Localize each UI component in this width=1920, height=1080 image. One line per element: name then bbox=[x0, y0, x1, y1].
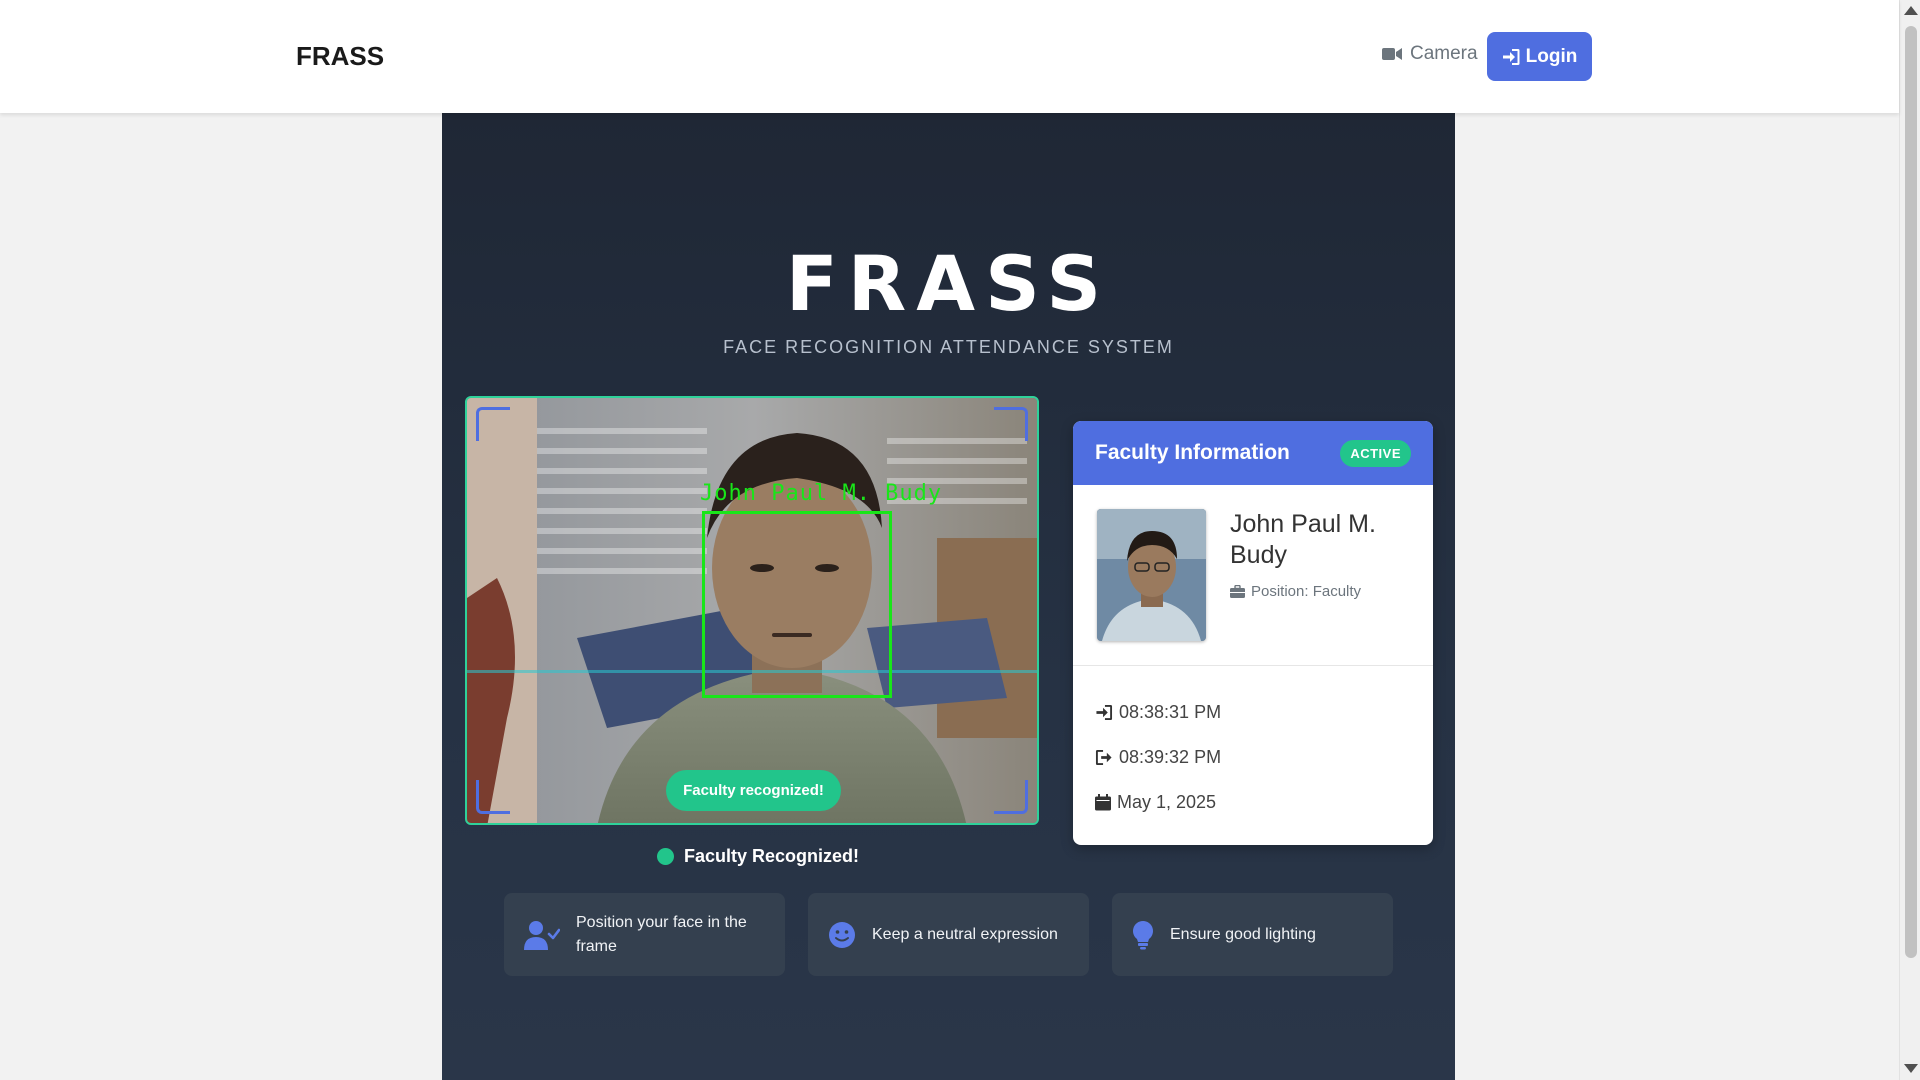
recognition-toast: Faculty recognized! bbox=[666, 770, 841, 811]
faculty-info-card: Faculty Information ACTIVE John Paul M. … bbox=[1073, 421, 1433, 845]
lightbulb-icon bbox=[1132, 920, 1154, 950]
time-in-row: 08:38:31 PM bbox=[1095, 690, 1411, 735]
tip-text: Position your face in the frame bbox=[576, 913, 747, 955]
frame-corner bbox=[994, 780, 1028, 814]
detected-face-label: John Paul M. Budy bbox=[700, 481, 943, 506]
hero-subtitle: FACE RECOGNITION ATTENDANCE SYSTEM bbox=[723, 337, 1174, 357]
page-scrollbar[interactable] bbox=[1899, 0, 1920, 1080]
brand-logo[interactable]: FRASS bbox=[296, 41, 384, 72]
scroll-thumb[interactable] bbox=[1905, 26, 1917, 958]
faculty-name: John Paul M. Budy bbox=[1230, 510, 1376, 569]
sign-in-icon bbox=[1502, 48, 1520, 66]
faculty-position: Position: Faculty bbox=[1230, 583, 1361, 600]
time-out-row: 08:39:32 PM bbox=[1095, 735, 1411, 780]
scroll-up-icon[interactable] bbox=[1904, 6, 1918, 15]
frame-corner bbox=[476, 780, 510, 814]
faculty-profile: John Paul M. Budy Position: Faculty bbox=[1073, 485, 1433, 666]
card-header: Faculty Information ACTIVE bbox=[1073, 421, 1433, 485]
tip-neutral-expression: Keep a neutral expression bbox=[808, 893, 1089, 976]
video-camera-icon bbox=[1382, 47, 1402, 61]
hero-title: FRASS bbox=[785, 239, 1112, 328]
time-out-value: 08:39:32 PM bbox=[1119, 747, 1222, 767]
attendance-times: 08:38:31 PM 08:39:32 PM May 1, 2025 bbox=[1073, 666, 1433, 825]
briefcase-icon bbox=[1230, 585, 1245, 598]
tip-text: Keep a neutral expression bbox=[872, 925, 1058, 943]
card-title: Faculty Information bbox=[1095, 441, 1290, 464]
tip-position-face: Position your face in the frame bbox=[504, 893, 785, 976]
date-row: May 1, 2025 bbox=[1095, 780, 1411, 825]
calendar-icon bbox=[1095, 794, 1111, 811]
date-value: May 1, 2025 bbox=[1117, 792, 1217, 812]
scroll-down-icon[interactable] bbox=[1904, 1064, 1918, 1073]
faculty-photo bbox=[1097, 509, 1206, 641]
smile-icon bbox=[828, 921, 856, 949]
sign-out-icon bbox=[1095, 749, 1113, 766]
status-text: Faculty Recognized! bbox=[684, 846, 860, 866]
recognition-status: Faculty Recognized! bbox=[657, 846, 859, 867]
frame-corner bbox=[994, 407, 1028, 441]
frame-corner bbox=[476, 407, 510, 441]
camera-nav-label: Camera bbox=[1410, 43, 1478, 64]
login-button[interactable]: Login bbox=[1487, 32, 1592, 81]
tip-text: Ensure good lighting bbox=[1170, 925, 1316, 943]
status-badge: ACTIVE bbox=[1340, 439, 1411, 467]
top-navbar: FRASS Camera Login bbox=[0, 0, 1899, 113]
camera-nav-link[interactable]: Camera bbox=[1382, 43, 1478, 65]
camera-feed: John Paul M. Budy Faculty recognized! bbox=[465, 396, 1039, 825]
position-text: Position: Faculty bbox=[1251, 583, 1362, 600]
user-check-icon bbox=[524, 920, 560, 950]
main-panel: FRASS FACE RECOGNITION ATTENDANCE SYSTEM bbox=[442, 113, 1455, 1080]
status-dot-icon bbox=[657, 848, 674, 865]
time-in-value: 08:38:31 PM bbox=[1119, 702, 1222, 722]
sign-in-icon bbox=[1095, 704, 1113, 721]
tip-good-lighting: Ensure good lighting bbox=[1112, 893, 1393, 976]
face-detection-box bbox=[702, 511, 892, 698]
login-label: Login bbox=[1525, 45, 1578, 67]
